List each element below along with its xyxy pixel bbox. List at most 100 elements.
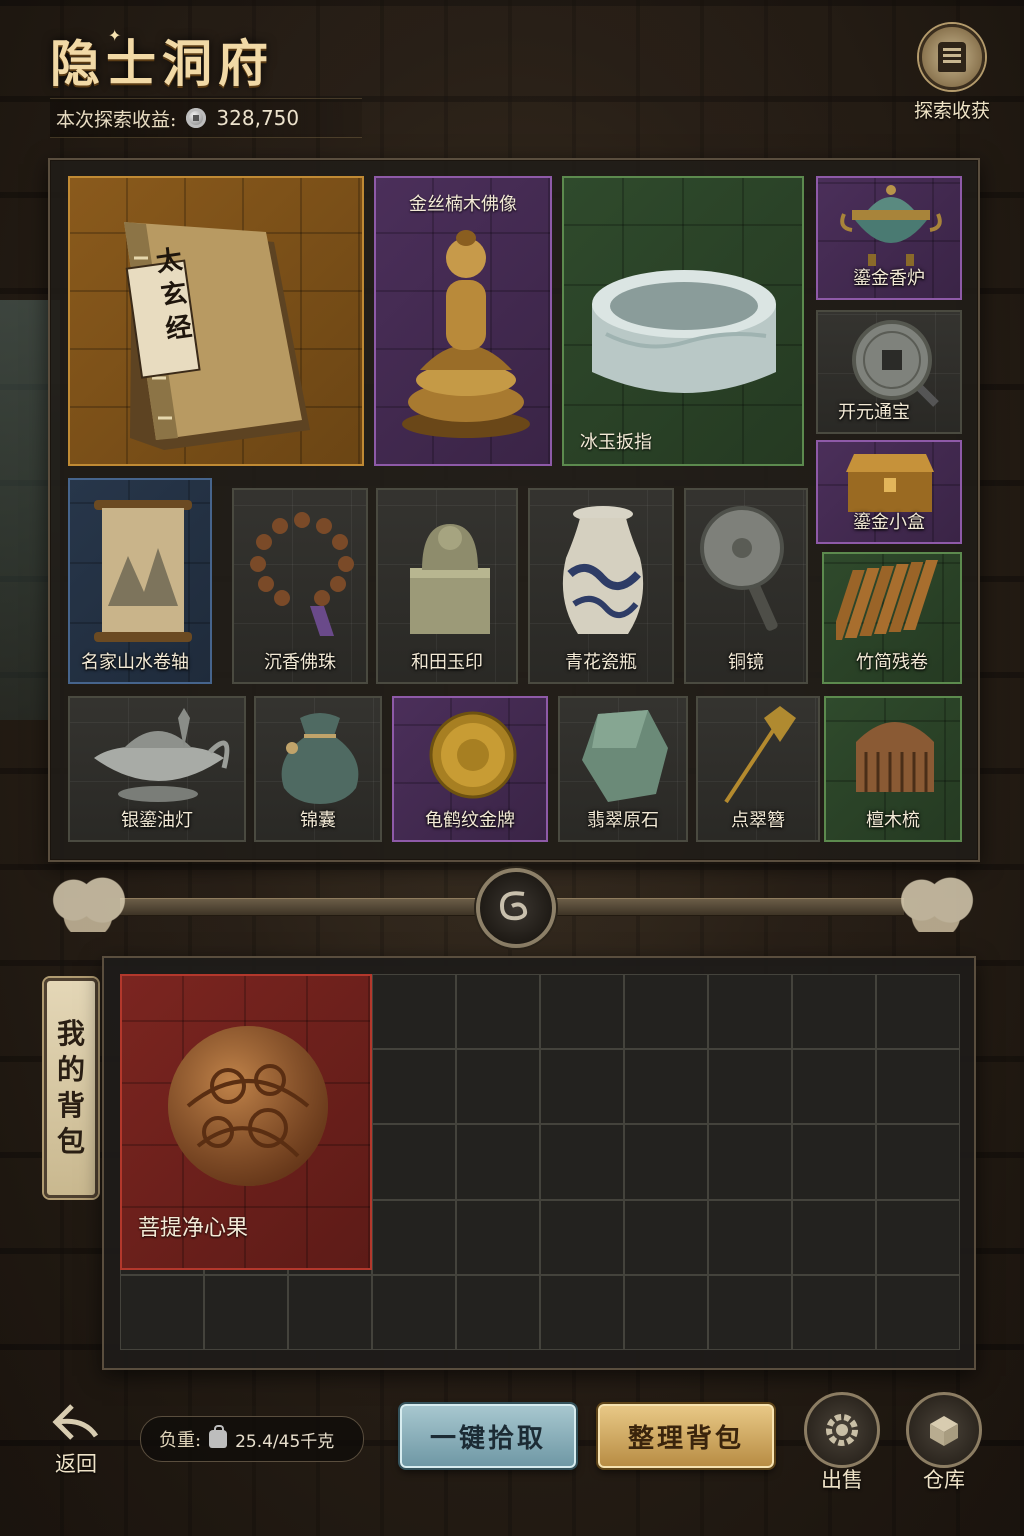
book-art	[124, 222, 310, 450]
backpack-cell[interactable]	[540, 1049, 624, 1125]
bamboo-slips-art	[836, 560, 938, 640]
porcelain-vase-art	[562, 506, 644, 634]
prayer-beads-art	[250, 512, 354, 636]
backpack-cell[interactable]	[876, 974, 960, 1050]
loot-item-kaiyuan-coin[interactable]: 开元通宝	[816, 310, 962, 434]
back-label: 返回	[55, 1452, 97, 1476]
backpack-cell[interactable]	[372, 974, 456, 1050]
back-arrow-icon	[52, 1404, 99, 1440]
weight-value: 25.4/45千克	[235, 1431, 335, 1452]
loot-item-gilded-box[interactable]: 鎏金小盒	[816, 440, 962, 544]
pouch-art	[281, 713, 359, 804]
silver-coin-icon	[186, 108, 207, 128]
item-label: 竹简残卷	[856, 652, 928, 673]
gilded-box-art	[846, 454, 934, 512]
scroll-icon	[938, 42, 966, 72]
backpack-cell[interactable]	[624, 1124, 708, 1200]
backpack-cell[interactable]	[708, 974, 792, 1050]
gear-coin-icon	[826, 1414, 858, 1446]
backpack-cell[interactable]	[456, 974, 540, 1050]
sort-backpack-button[interactable]: 整理背包	[598, 1404, 774, 1468]
backpack-cell[interactable]	[624, 1049, 708, 1125]
backpack-cell[interactable]	[372, 1124, 456, 1200]
sell-circle	[804, 1392, 880, 1468]
item-label: 菩提净心果	[138, 1216, 249, 1241]
loot-item-hetian-seal[interactable]: 和田玉印	[376, 488, 518, 684]
backpack-cell[interactable]	[288, 1274, 372, 1350]
loot-item-blue-white-vase[interactable]: 青花瓷瓶	[528, 488, 674, 684]
warehouse-button[interactable]: 仓库	[902, 1392, 986, 1494]
loot-item-landscape-scroll[interactable]: 名家山水卷轴	[68, 478, 212, 684]
backpack-cell[interactable]	[792, 1274, 876, 1350]
sparkle-icon: ✦	[108, 26, 122, 45]
item-label: 名家山水卷轴	[81, 652, 189, 673]
backpack-cell[interactable]	[204, 1274, 288, 1350]
sell-button[interactable]: 出售	[800, 1392, 884, 1494]
backpack-cell[interactable]	[708, 1199, 792, 1275]
backpack-cell[interactable]	[624, 1274, 708, 1350]
backpack-cell[interactable]	[708, 1124, 792, 1200]
backpack-cell[interactable]	[372, 1199, 456, 1275]
backpack-cell[interactable]	[708, 1274, 792, 1350]
backpack-cell[interactable]	[876, 1199, 960, 1275]
backpack-cell[interactable]	[456, 1274, 540, 1350]
my-backpack-tab[interactable]: 我 的 背 包	[44, 978, 98, 1198]
loot-item-crane-tortoise-medal[interactable]: 龟鹤纹金牌	[392, 696, 548, 842]
backpack-cell[interactable]	[792, 1124, 876, 1200]
backpack-cell[interactable]	[456, 1199, 540, 1275]
backpack-cell[interactable]	[708, 1049, 792, 1125]
loot-panel: 太玄经 金丝楠木佛像 冰玉扳指 鎏金香炉 开元通宝 鎏金小盒 名家山水卷轴 沉香…	[48, 158, 980, 862]
tab-char: 的	[56, 1053, 85, 1086]
backpack-cell[interactable]	[120, 1274, 204, 1350]
backpack-cell[interactable]	[456, 1049, 540, 1125]
item-label: 金丝楠木佛像	[409, 194, 517, 215]
gold-medal-art	[429, 711, 517, 799]
cloud-ornament-right	[888, 874, 984, 932]
page-title: 隐士洞府	[50, 34, 274, 93]
pickup-all-button[interactable]: 一键拾取	[400, 1404, 576, 1468]
loot-item-kingfisher-hairpin[interactable]: 点翠簪	[696, 696, 820, 842]
jade-seal-art	[410, 524, 490, 634]
dragon-medallion-icon	[476, 868, 556, 948]
backpack-item-bodhi-fruit[interactable]: 菩提净心果	[120, 974, 372, 1270]
loot-item-buddha-statue[interactable]: 金丝楠木佛像	[374, 176, 552, 466]
backpack-cell[interactable]	[876, 1124, 960, 1200]
backpack-cell[interactable]	[792, 1199, 876, 1275]
loot-item-ice-jade-ring[interactable]: 冰玉扳指	[562, 176, 804, 466]
backpack-cell[interactable]	[540, 1199, 624, 1275]
loot-item-raw-jadeite[interactable]: 翡翠原石	[558, 696, 688, 842]
explore-rewards-button[interactable]: 探索收获	[906, 24, 998, 123]
loot-item-silver-oil-lamp[interactable]: 银鎏油灯	[68, 696, 246, 842]
item-label: 和田玉印	[411, 652, 483, 673]
loot-item-agarwood-beads[interactable]: 沉香佛珠	[232, 488, 368, 684]
backpack-cell[interactable]	[876, 1274, 960, 1350]
loot-item-bamboo-slips[interactable]: 竹简残卷	[822, 552, 962, 684]
earnings-value: 328,750	[216, 106, 300, 130]
loot-item-taixuan-book[interactable]: 太玄经	[68, 176, 364, 466]
backpack-cell[interactable]	[624, 974, 708, 1050]
backpack-cell[interactable]	[540, 1274, 624, 1350]
backpack-cell[interactable]	[372, 1049, 456, 1125]
backpack-cell[interactable]	[372, 1274, 456, 1350]
loot-item-incense-burner[interactable]: 鎏金香炉	[816, 176, 962, 300]
weight-label: 负重:	[159, 1430, 202, 1451]
backpack-cell[interactable]	[540, 1124, 624, 1200]
backpack-cell[interactable]	[792, 974, 876, 1050]
backpack-cell[interactable]	[540, 974, 624, 1050]
backpack-cell[interactable]	[876, 1049, 960, 1125]
loot-item-bronze-mirror[interactable]: 铜镜	[684, 488, 808, 684]
back-button[interactable]: 返回	[44, 1400, 108, 1478]
item-label: 铜镜	[728, 652, 764, 673]
backpack-cell[interactable]	[624, 1199, 708, 1275]
loot-item-brocade-pouch[interactable]: 锦囊	[254, 696, 382, 842]
explore-rewards-label: 探索收获	[913, 100, 990, 122]
backpack-cell[interactable]	[456, 1124, 540, 1200]
backpack-panel: 菩提净心果	[102, 956, 976, 1370]
warehouse-label: 仓库	[923, 1468, 965, 1492]
item-label: 银鎏油灯	[121, 810, 193, 831]
weight-icon	[209, 1425, 228, 1448]
incense-burner-art	[840, 185, 942, 266]
loot-item-sandalwood-comb[interactable]: 檀木梳	[824, 696, 962, 842]
backpack-cell[interactable]	[792, 1049, 876, 1125]
weight-indicator: 负重: 25.4/45千克	[140, 1416, 364, 1462]
